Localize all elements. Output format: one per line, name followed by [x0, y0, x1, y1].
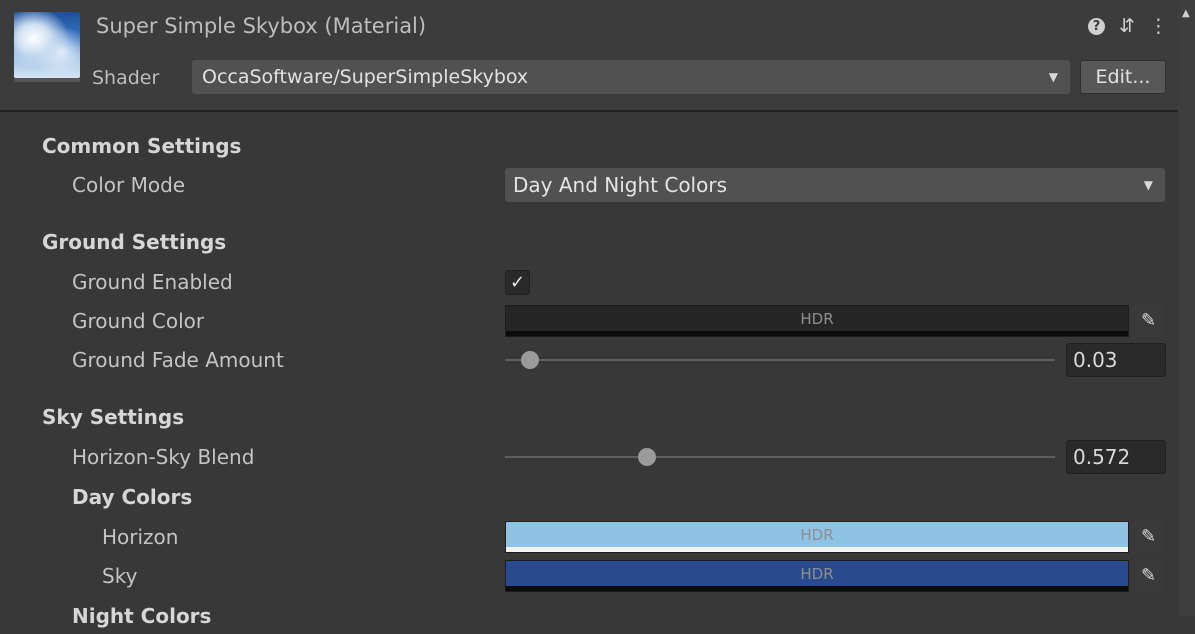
material-title: Super Simple Skybox (Material): [96, 14, 427, 38]
horizon-sky-blend-row: Horizon-Sky Blend 0.572: [0, 439, 1178, 475]
day-sky-row: Sky HDR ✎: [0, 558, 1178, 594]
ground-enabled-checkbox[interactable]: ✓: [505, 270, 530, 295]
ground-enabled-label: Ground Enabled: [72, 270, 233, 294]
dropdown-arrow-icon: ▼: [1048, 70, 1058, 84]
common-settings-header: Common Settings: [0, 128, 1178, 164]
material-preview-thumbnail[interactable]: [14, 12, 80, 78]
horizon-sky-blend-input[interactable]: 0.572: [1066, 440, 1166, 474]
material-header: Super Simple Skybox (Material) ? ⇵ ⋮ Sha…: [0, 0, 1178, 112]
ground-color-row: Ground Color HDR ✎: [0, 303, 1178, 339]
ground-fade-input[interactable]: 0.03: [1066, 343, 1166, 377]
day-colors-header: Day Colors: [0, 479, 1178, 515]
slider-track[interactable]: [505, 359, 1055, 361]
day-horizon-row: Horizon HDR ✎: [0, 519, 1178, 555]
edit-shader-button[interactable]: Edit...: [1080, 60, 1166, 94]
sky-settings-header: Sky Settings: [0, 399, 1178, 435]
section-heading: Ground Settings: [42, 230, 227, 254]
shader-dropdown[interactable]: OccaSoftware/SuperSimpleSkybox ▼: [192, 60, 1070, 94]
color-mode-dropdown[interactable]: Day And Night Colors ▼: [505, 168, 1165, 202]
night-colors-header: Night Colors: [0, 598, 1178, 634]
header-icons: ? ⇵ ⋮: [1088, 14, 1168, 38]
more-menu-icon[interactable]: ⋮: [1149, 14, 1168, 38]
scrollbar[interactable]: [1178, 0, 1195, 616]
horizon-label: Horizon: [102, 525, 179, 549]
ground-enabled-row: Ground Enabled ✓: [0, 264, 1178, 300]
ground-settings-header: Ground Settings: [0, 224, 1178, 260]
section-heading: Common Settings: [42, 134, 242, 158]
color-mode-value: Day And Night Colors: [513, 173, 727, 197]
thumbnail-shadow: [14, 78, 80, 82]
shader-label: Shader: [92, 67, 160, 89]
ground-fade-label: Ground Fade Amount: [72, 348, 284, 372]
eyedropper-icon[interactable]: ✎: [1132, 305, 1165, 337]
hdr-label: HDR: [800, 526, 834, 544]
slider-handle[interactable]: [520, 351, 539, 369]
horizon-color-field[interactable]: HDR: [505, 521, 1129, 553]
shader-value: OccaSoftware/SuperSimpleSkybox: [202, 66, 529, 88]
presets-icon[interactable]: ⇵: [1119, 14, 1135, 38]
ground-color-label: Ground Color: [72, 309, 205, 333]
horizon-sky-blend-label: Horizon-Sky Blend: [72, 445, 255, 469]
ground-color-field[interactable]: HDR: [505, 305, 1129, 337]
scroll-up-arrow-icon[interactable]: ▲: [1182, 8, 1190, 19]
color-mode-label: Color Mode: [72, 173, 186, 197]
hdr-label: HDR: [800, 310, 834, 328]
sky-color-field[interactable]: HDR: [505, 560, 1129, 592]
dropdown-arrow-icon: ▼: [1143, 178, 1153, 192]
eyedropper-icon[interactable]: ✎: [1132, 560, 1165, 592]
section-heading: Sky Settings: [42, 405, 185, 429]
eyedropper-icon[interactable]: ✎: [1132, 521, 1165, 553]
color-mode-row: Color Mode Day And Night Colors ▼: [0, 167, 1178, 203]
hdr-label: HDR: [800, 565, 834, 583]
subsection-heading: Night Colors: [72, 604, 212, 628]
slider-handle[interactable]: [637, 448, 656, 466]
subsection-heading: Day Colors: [72, 485, 193, 509]
checkmark-icon: ✓: [509, 272, 526, 293]
ground-fade-row: Ground Fade Amount 0.03: [0, 342, 1178, 378]
help-icon[interactable]: ?: [1088, 17, 1105, 35]
slider-track[interactable]: [505, 456, 1055, 458]
sky-label: Sky: [102, 564, 138, 588]
